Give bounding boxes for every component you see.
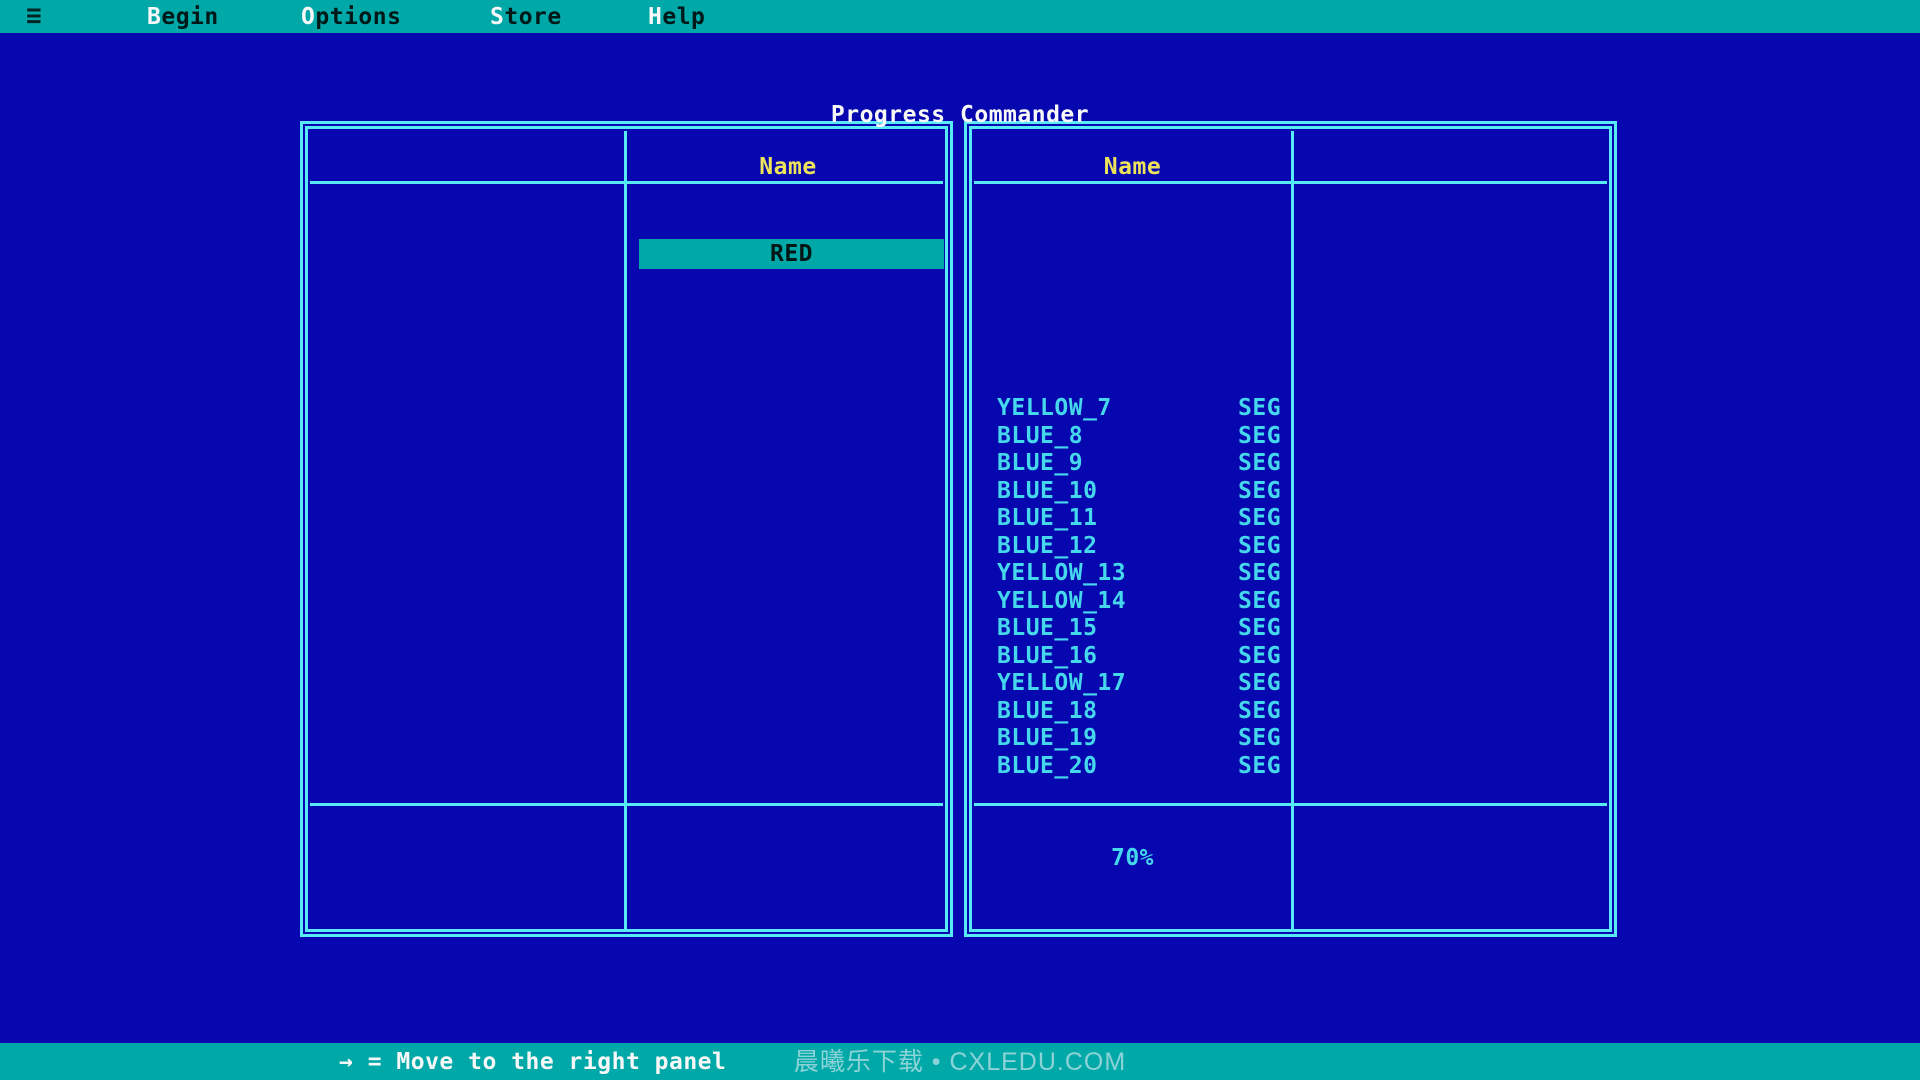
left-panel-footer-separator bbox=[310, 803, 943, 806]
menu-item-begin[interactable]: Begin bbox=[147, 0, 219, 33]
file-ext: SEG bbox=[1238, 752, 1282, 779]
page-title: Progress Commander bbox=[830, 102, 1090, 128]
file-name: BLUE_20 bbox=[997, 752, 1098, 779]
file-name: BLUE_19 bbox=[997, 725, 1098, 751]
file-name: YELLOW_7 bbox=[997, 395, 1112, 421]
file-name: YELLOW_13 bbox=[997, 560, 1127, 586]
right-panel-header-separator bbox=[974, 181, 1607, 184]
menu-label: elp bbox=[662, 4, 706, 30]
menu-hotkey: S bbox=[490, 4, 505, 30]
file-name: YELLOW_14 bbox=[997, 587, 1127, 614]
file-row[interactable]: BLUE_15 SEG bbox=[967, 615, 1614, 643]
file-name: BLUE_10 bbox=[997, 477, 1098, 504]
file-ext: SEG bbox=[1238, 587, 1282, 614]
menu-label: ptions bbox=[315, 4, 402, 30]
file-ext: SEG bbox=[1238, 395, 1282, 421]
file-ext: SEG bbox=[1238, 450, 1282, 476]
file-row[interactable]: YELLOW_17 SEG bbox=[967, 670, 1614, 698]
file-row[interactable]: BLUE_19 SEG bbox=[967, 725, 1614, 753]
file-ext: SEG bbox=[1238, 477, 1282, 504]
menu-item-options[interactable]: Options bbox=[301, 0, 401, 33]
left-panel-column-divider bbox=[624, 131, 627, 930]
menu-hotkey: O bbox=[301, 4, 316, 30]
menu-hotkey: H bbox=[648, 4, 663, 30]
menu-item-store[interactable]: Store bbox=[490, 0, 562, 33]
progress-percentage: 70% bbox=[1110, 845, 1155, 871]
file-name: YELLOW_17 bbox=[997, 670, 1127, 696]
file-name: BLUE_18 bbox=[997, 697, 1098, 724]
file-row[interactable]: BLUE_16 SEG bbox=[967, 643, 1614, 671]
file-row[interactable]: BLUE_12 SEG bbox=[967, 533, 1614, 561]
file-name: BLUE_9 bbox=[997, 450, 1084, 476]
right-panel-name-header: Name bbox=[1103, 154, 1162, 180]
file-row[interactable]: BLUE_18 SEG bbox=[967, 698, 1614, 726]
file-list: YELLOW_7 SEG BLUE_8 SEG BLUE_9 SEG BLUE_10 S… bbox=[967, 395, 1614, 780]
menu-label: egin bbox=[161, 4, 219, 30]
file-row[interactable]: BLUE_20 SEG bbox=[967, 753, 1614, 781]
right-panel: Name YELLOW_7 SEG BLUE_8 SEG BLUE_9 SEG BLU… bbox=[964, 121, 1617, 937]
file-row[interactable]: BLUE_9 SEG bbox=[967, 450, 1614, 478]
menu-item-help[interactable]: Help bbox=[648, 0, 705, 33]
menu-hotkey: B bbox=[147, 4, 162, 30]
file-name: BLUE_15 bbox=[997, 615, 1098, 641]
left-panel-name-header: Name bbox=[759, 154, 817, 180]
file-ext: SEG bbox=[1238, 532, 1282, 559]
selected-file-red[interactable]: RED bbox=[639, 239, 944, 269]
file-ext: SEG bbox=[1238, 422, 1282, 449]
file-row[interactable]: BLUE_11 SEG bbox=[967, 505, 1614, 533]
file-row[interactable]: YELLOW_7 SEG bbox=[967, 395, 1614, 423]
file-name: BLUE_16 bbox=[997, 642, 1098, 669]
file-ext: SEG bbox=[1238, 615, 1282, 641]
file-row[interactable]: YELLOW_13 SEG bbox=[967, 560, 1614, 588]
watermark-text: 晨曦乐下载 • CXLEDU.COM bbox=[793, 1048, 1127, 1076]
file-ext: SEG bbox=[1238, 642, 1282, 669]
left-panel-header-separator bbox=[310, 181, 943, 184]
right-panel-footer-separator bbox=[974, 803, 1607, 806]
file-name: BLUE_12 bbox=[997, 532, 1098, 559]
file-ext: SEG bbox=[1238, 697, 1282, 724]
file-row[interactable]: YELLOW_14 SEG bbox=[967, 588, 1614, 616]
file-ext: SEG bbox=[1238, 725, 1282, 751]
left-panel: Name RED bbox=[300, 121, 953, 937]
file-ext: SEG bbox=[1238, 560, 1282, 586]
file-name: BLUE_11 bbox=[997, 505, 1098, 531]
file-name: BLUE_8 bbox=[997, 422, 1084, 449]
hamburger-menu-icon[interactable]: ≡ bbox=[26, 0, 42, 33]
file-ext: SEG bbox=[1238, 670, 1282, 696]
menu-label: tore bbox=[504, 4, 562, 30]
menu-bar: ≡ Begin Options Store Help bbox=[0, 0, 1920, 33]
file-row[interactable]: BLUE_10 SEG bbox=[967, 478, 1614, 506]
status-bar: → = Move to the right panel 晨曦乐下载 • CXLE… bbox=[0, 1043, 1920, 1080]
file-ext: SEG bbox=[1238, 505, 1282, 531]
file-row[interactable]: BLUE_8 SEG bbox=[967, 423, 1614, 451]
